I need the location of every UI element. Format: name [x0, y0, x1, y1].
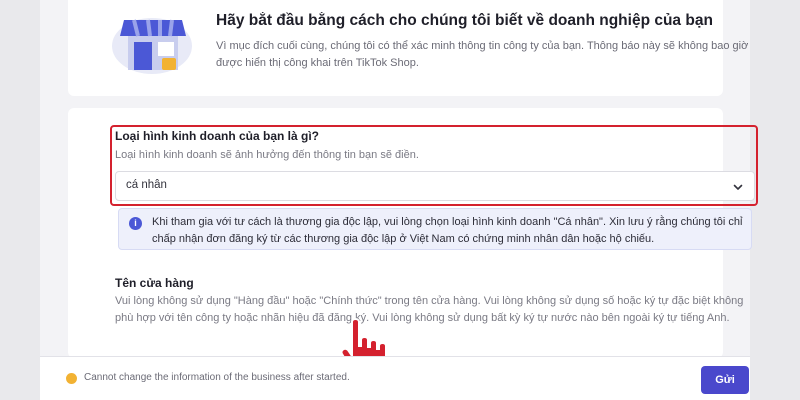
- info-icon: i: [129, 217, 142, 230]
- intro-card: Hãy bắt đầu bằng cách cho chúng tôi biết…: [68, 0, 748, 96]
- footer-bar: Cannot change the information of the bus…: [40, 356, 750, 400]
- submit-button[interactable]: Gửi: [701, 366, 749, 394]
- info-notice: i Khi tham gia với tư cách là thương gia…: [118, 208, 752, 250]
- business-type-selected-value: cá nhân: [126, 179, 167, 191]
- business-form-card: i Khi tham gia với tư cách là thương gia…: [68, 108, 758, 377]
- store-name-label: Tên cửa hàng: [115, 276, 194, 290]
- intro-description: Vì mục đích cuối cùng, chúng tôi có thể …: [216, 40, 749, 69]
- footer-warning-text: Cannot change the information of the bus…: [84, 372, 350, 383]
- chevron-down-icon[interactable]: [732, 181, 744, 193]
- business-type-question: Loại hình kinh doanh của bạn là gì?: [115, 129, 320, 143]
- business-type-select[interactable]: cá nhân: [115, 171, 755, 201]
- warning-dot-icon: [66, 373, 77, 384]
- store-name-description: Vui lòng không sử dụng "Hàng đầu" hoặc "…: [115, 295, 744, 324]
- page-background: Hãy bắt đầu bằng cách cho chúng tôi biết…: [40, 0, 758, 400]
- intro-title: Hãy bắt đầu bằng cách cho chúng tôi biết…: [216, 12, 713, 29]
- business-type-hint: Loại hình kinh doanh sẽ ảnh hưởng đến th…: [115, 149, 419, 161]
- shop-storefront-icon: [112, 18, 192, 74]
- info-notice-text: Khi tham gia với tư cách là thương gia đ…: [152, 216, 743, 245]
